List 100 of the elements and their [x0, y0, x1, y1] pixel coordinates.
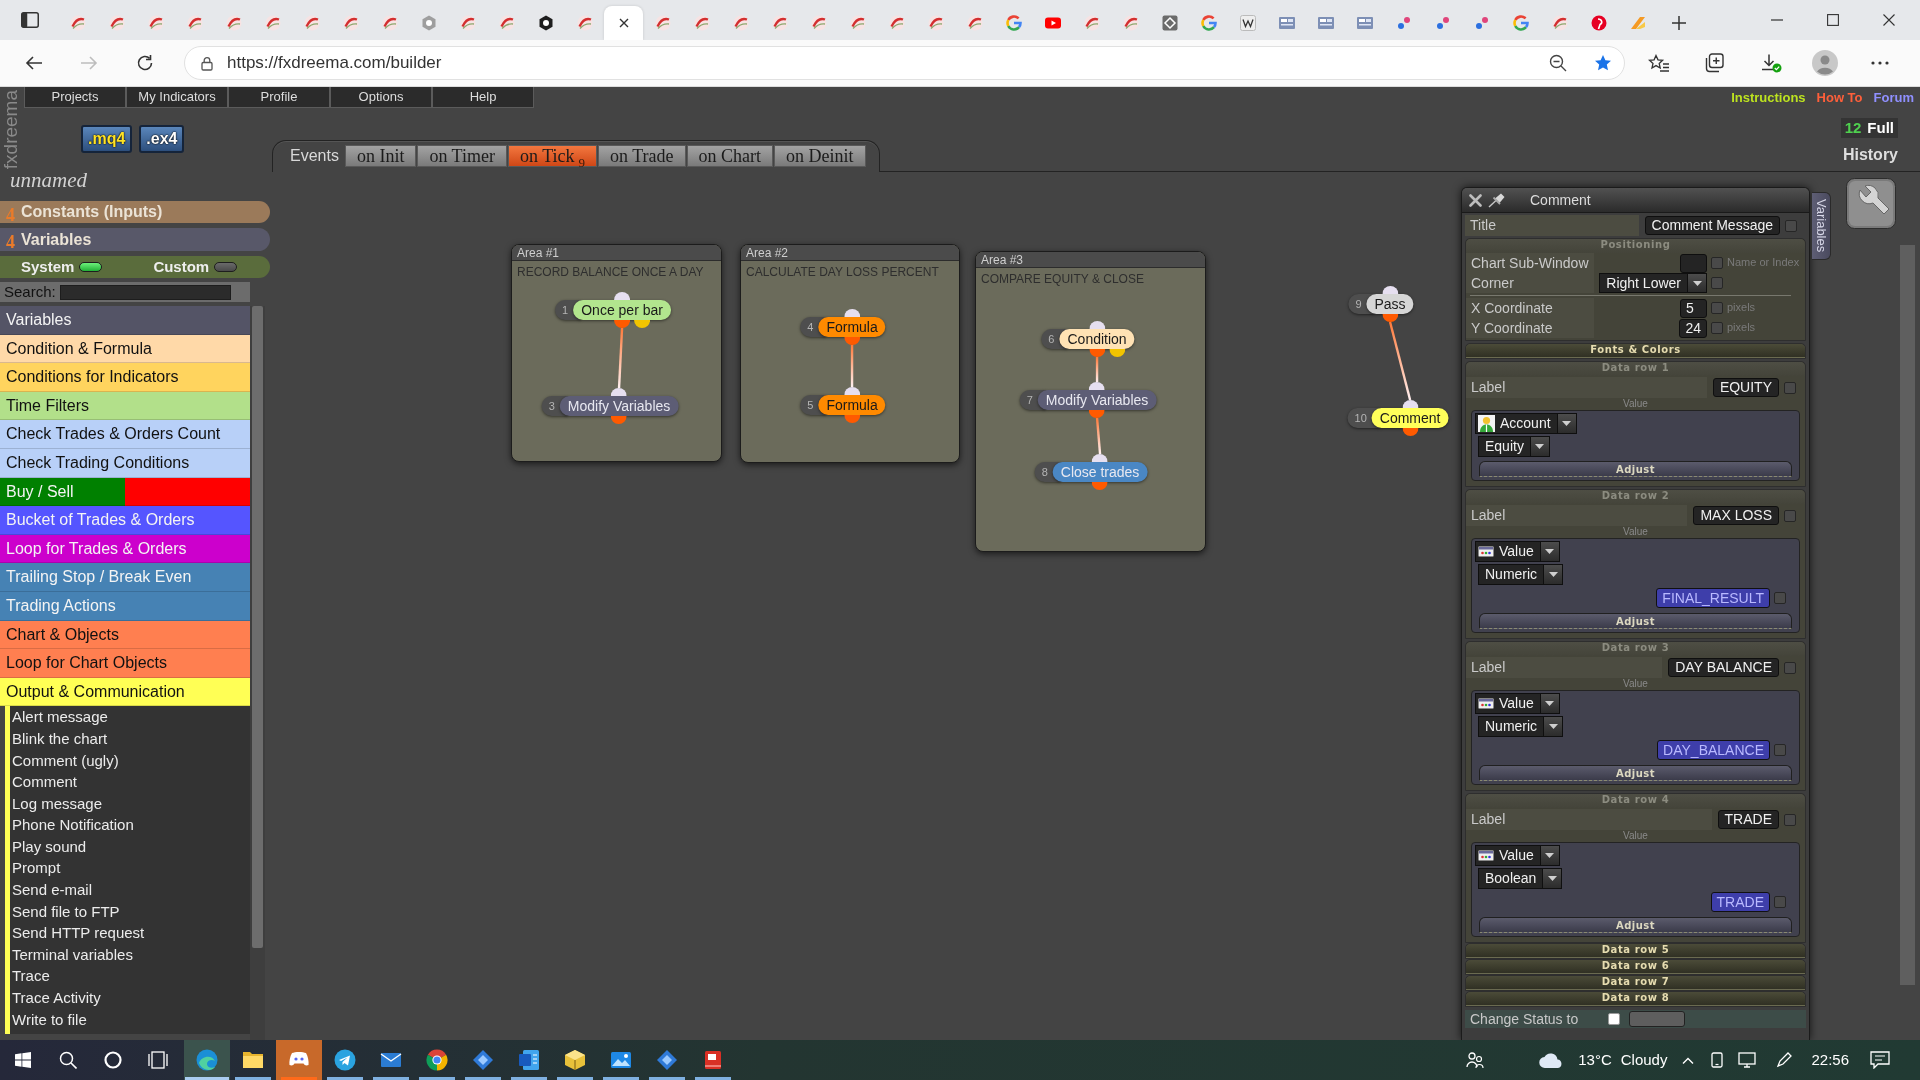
search-field[interactable] [59, 284, 231, 300]
dropdown[interactable]: Right Lower [1599, 273, 1707, 293]
checkbox[interactable] [1784, 813, 1796, 826]
variable-field[interactable]: DAY_BALANCE [1657, 740, 1770, 760]
dropdown[interactable]: Account [1475, 413, 1577, 434]
dropdown[interactable]: Boolean [1478, 868, 1563, 889]
variable-field[interactable]: FINAL_RESULT [1656, 588, 1770, 608]
star-list-icon[interactable] [1648, 54, 1670, 72]
output-port-icon[interactable] [1402, 428, 1419, 436]
action-item[interactable]: Trace Activity [10, 987, 250, 1009]
close-icon[interactable] [1883, 14, 1895, 26]
clock[interactable]: 22:56 [1811, 1051, 1849, 1069]
dropdown[interactable]: Value [1475, 693, 1560, 714]
download-icon[interactable] [1760, 53, 1782, 73]
people-icon[interactable] [1466, 1051, 1485, 1069]
action-item[interactable]: Phone Notification [10, 814, 250, 836]
event-tab[interactable]: on Timer [417, 144, 507, 167]
block-node[interactable]: Modify Variables [1037, 390, 1157, 410]
back-icon[interactable] [25, 55, 43, 71]
panel-icon[interactable] [21, 12, 39, 28]
chevron-up-icon[interactable] [1682, 1056, 1695, 1064]
toggle-switch[interactable] [79, 262, 103, 272]
adjust-button[interactable]: Adjust [1479, 917, 1792, 933]
adjust-button[interactable]: Adjust [1479, 765, 1792, 781]
block-node[interactable]: Formula [818, 395, 886, 415]
dropdown[interactable]: Numeric [1478, 716, 1564, 737]
menu-item[interactable]: Help [432, 87, 534, 108]
address-field[interactable]: https://fxdreema.com/builder [184, 46, 1625, 80]
category-item[interactable]: Time Filters [0, 391, 250, 421]
action-item[interactable]: Terminal variables [10, 943, 250, 966]
more-icon[interactable] [1871, 61, 1889, 65]
checkbox[interactable] [1711, 322, 1723, 334]
zoom-out-icon[interactable] [1549, 54, 1567, 72]
action-item[interactable]: Send HTTP request [10, 922, 250, 944]
action-item[interactable]: Trace [10, 965, 250, 988]
action-item[interactable]: Play sound [10, 835, 250, 858]
toggle-switch[interactable] [214, 262, 238, 272]
input-field[interactable] [1680, 253, 1707, 273]
action-item[interactable]: Prompt [10, 857, 250, 880]
dropdown[interactable]: Equity [1478, 436, 1550, 457]
weather-temperature[interactable]: 13°C [1578, 1051, 1612, 1069]
input-field[interactable]: 24 [1679, 318, 1707, 338]
variable-field[interactable]: TRADE [1710, 892, 1770, 912]
search-icon[interactable] [58, 1051, 77, 1069]
checkbox[interactable] [1774, 592, 1786, 604]
block-node[interactable]: Condition [1059, 329, 1135, 349]
section-header[interactable]: Data row 6 [1466, 960, 1805, 974]
category-item[interactable]: Conditions for Indicators [0, 363, 250, 392]
output-port-icon[interactable] [614, 320, 631, 328]
checkbox[interactable] [1711, 302, 1723, 314]
block-node[interactable]: Modify Variables [559, 396, 679, 416]
maximize-icon[interactable] [1827, 14, 1839, 26]
adjust-button[interactable]: Adjust [1479, 461, 1792, 477]
output-port-icon[interactable] [844, 337, 861, 345]
text-field[interactable]: TRADE [1717, 810, 1779, 829]
reload-icon[interactable] [136, 54, 154, 72]
event-tab[interactable]: on Deinit [774, 144, 866, 167]
checkbox[interactable] [1785, 219, 1797, 232]
checkbox[interactable] [1784, 509, 1796, 522]
dropdown[interactable]: Numeric [1478, 564, 1564, 585]
weather-condition[interactable]: Cloudy [1620, 1051, 1668, 1069]
menu-item[interactable]: Options [330, 87, 432, 108]
checkbox[interactable] [1608, 1013, 1621, 1025]
checkbox[interactable] [1711, 257, 1723, 269]
action-item[interactable]: Write to file [10, 1008, 250, 1031]
input-port-icon[interactable] [614, 292, 631, 300]
action-item[interactable]: Send e-mail [10, 879, 250, 901]
output-port-icon[interactable] [1092, 482, 1109, 490]
tablet-icon[interactable] [1709, 1052, 1726, 1068]
category-item[interactable]: Buy / Sell [0, 477, 250, 507]
section-header[interactable]: Data row 8 [1466, 992, 1805, 1006]
monitor-icon[interactable] [1738, 1052, 1757, 1068]
menu-item[interactable]: My Indicators [126, 87, 228, 108]
category-item[interactable]: Condition & Formula [0, 334, 250, 364]
text-field[interactable]: MAX LOSS [1693, 506, 1779, 525]
input-port-icon[interactable] [1092, 454, 1109, 462]
history-label[interactable]: History [1842, 145, 1898, 165]
section-bar[interactable]: 4 Variables [0, 228, 270, 251]
category-item[interactable]: Trailing Stop / Break Even [0, 563, 250, 592]
menu-item[interactable]: Profile [228, 87, 330, 108]
dropdown[interactable]: Value [1475, 541, 1560, 562]
input-port-icon[interactable] [1089, 321, 1106, 329]
wrench-icon[interactable] [1846, 178, 1896, 229]
section-header[interactable]: Data row 7 [1466, 976, 1805, 990]
category-item[interactable]: Check Trades & Orders Count [0, 420, 250, 449]
category-item[interactable]: Loop for Chart Objects [0, 649, 250, 678]
side-tab[interactable]: Variables [1812, 192, 1831, 260]
stacked-squares-icon[interactable] [1704, 53, 1724, 73]
input-field[interactable]: 5 [1680, 298, 1707, 318]
category-item[interactable]: Output & Communication [0, 677, 250, 707]
section-header[interactable]: Fonts & Colors [1466, 344, 1805, 358]
output-port-icon[interactable] [611, 416, 628, 424]
avatar-icon[interactable] [1812, 50, 1838, 76]
output-port-icon[interactable] [1089, 349, 1106, 357]
block-node[interactable]: Pass [1366, 294, 1414, 314]
category-item[interactable]: Bucket of Trades & Orders [0, 506, 250, 535]
category-item[interactable]: Chart & Objects [0, 620, 250, 650]
checkbox[interactable] [1711, 277, 1723, 289]
block-node[interactable]: Comment [1371, 408, 1449, 428]
event-tab[interactable]: on Init [344, 144, 417, 167]
